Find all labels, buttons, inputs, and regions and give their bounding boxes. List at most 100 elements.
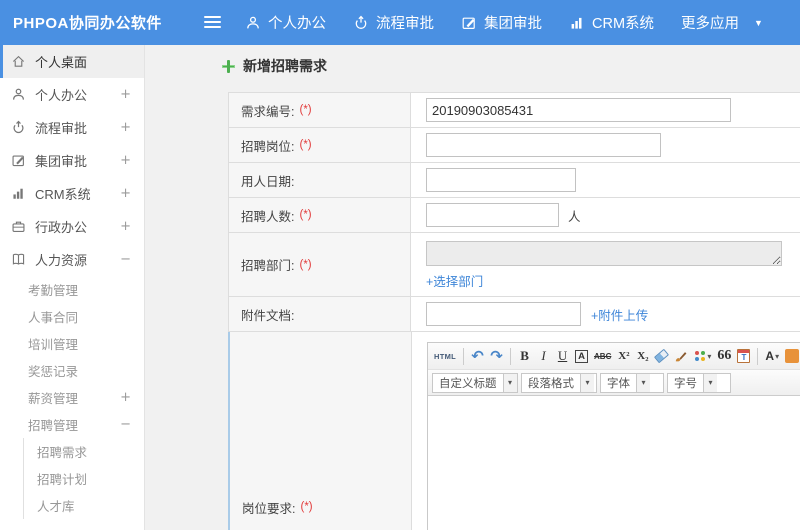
align-left-button[interactable] [734,380,742,386]
sidebar-item-personal-office[interactable]: 个人办公 + [0,78,144,111]
department-textarea[interactable] [426,241,782,266]
paint-brush-icon[interactable] [674,349,688,363]
bold-button[interactable]: B [516,346,533,366]
edit-icon [11,153,26,168]
collapse-minus-icon[interactable]: − [120,252,131,267]
attachment-upload-link[interactable]: +附件上传 [591,305,648,324]
sidebar-item-hr-contract[interactable]: 人事合同 [0,303,144,330]
form-row-demand-number: 需求编号: (*) [228,93,800,128]
collapse-minus-icon[interactable]: − [120,417,131,432]
align-right-button[interactable] [756,380,764,386]
topnav-label: 更多应用 [681,16,740,32]
sidebar-item-label: 集团审批 [35,154,88,169]
chart-icon [11,186,26,201]
sidebar-item-talent-pool[interactable]: 人才库 [24,492,144,519]
align-justify-button[interactable] [767,380,775,386]
field-label: 招聘岗位: (*) [229,128,411,162]
editor-toolbar-row2: 自定义标题 ▾ 段落格式 ▾ 字体 ▾ 字号 ▾ [428,370,800,396]
redo-icon[interactable]: ↷ [488,346,505,366]
user-icon [245,15,261,31]
font-background-button[interactable]: A [575,349,588,363]
attachment-input[interactable] [426,302,581,326]
html-source-button[interactable]: HTML [432,346,458,366]
sidebar-item-recruit-mgmt[interactable]: 招聘管理 − [0,411,144,438]
sidebar-item-group-approval[interactable]: 集团审批 + [0,144,144,177]
menu-toggle-icon[interactable] [204,16,221,31]
expand-plus-icon[interactable]: + [120,87,131,102]
headcount-input[interactable] [426,203,559,227]
form-row-attachment: 附件文档: +附件上传 [228,297,800,332]
highlight-icon[interactable] [785,349,800,363]
sidebar-item-crm-system[interactable]: CRM系统 + [0,177,144,210]
sidebar-item-reward-records[interactable]: 奖惩记录 [0,357,144,384]
book-icon [11,252,26,267]
sidebar-item-recruit-plan[interactable]: 招聘计划 [24,465,144,492]
sidebar-sub-label: 薪资管理 [28,392,79,406]
field-label: 用人日期: [229,163,411,197]
sidebar-item-human-resources[interactable]: 人力资源 − [0,243,144,276]
sidebar-item-admin-office[interactable]: 行政办公 + [0,210,144,243]
expand-plus-icon[interactable]: + [120,390,131,405]
form-row-hiring-date: 用人日期: [228,163,800,198]
italic-button[interactable]: I [535,346,552,366]
field-label: 需求编号: (*) [229,93,411,127]
recruit-position-input[interactable] [426,133,661,157]
sidebar-item-training-mgmt[interactable]: 培训管理 [0,330,144,357]
sidebar-item-attendance-mgmt[interactable]: 考勤管理 [0,276,144,303]
topnav-more-apps[interactable]: 更多应用 [681,12,739,33]
expand-plus-icon[interactable]: + [120,219,131,234]
editor-content-area[interactable] [428,396,800,530]
app-title: PHPOA协同办公软件 [13,15,162,32]
chevron-down-icon: ▾ [580,373,594,392]
topnav-group-approval[interactable]: 集团审批 [461,12,542,33]
palette-icon [694,350,706,362]
align-center-button[interactable] [745,380,753,386]
sidebar-item-personal-desktop[interactable]: 个人桌面 [0,45,144,78]
sidebar-sub-label: 人事合同 [28,311,79,325]
chevron-down-icon: ▾ [703,373,717,392]
chevron-down-icon: ▾ [775,351,780,361]
topnav-crm-system[interactable]: CRM系统 [569,12,654,33]
sidebar-item-label: CRM系统 [35,187,91,202]
required-mark: (*) [299,258,312,271]
custom-title-dropdown[interactable]: 自定义标题 ▾ [432,372,518,393]
font-size-dropdown[interactable]: 字号 ▾ [667,372,731,393]
sidebar-item-recruit-demand[interactable]: 招聘需求 [24,438,144,465]
blockquote-button[interactable]: 66 [715,346,733,366]
demand-number-input[interactable] [426,98,731,122]
sidebar-item-process-approval[interactable]: 流程审批 + [0,111,144,144]
expand-plus-icon[interactable]: + [120,120,131,135]
top-header: PHPOA协同办公软件 个人办公 流程审批 集团审批 CRM系统 更多应用 ▼ [0,0,800,45]
eraser-icon[interactable] [654,348,670,364]
chevron-down-icon[interactable]: ▼ [754,18,763,28]
font-color-button[interactable]: A ▾ [763,346,781,366]
expand-plus-icon[interactable]: + [120,153,131,168]
form-row-recruit-department: 招聘部门: (*) +选择部门 [228,233,800,297]
sidebar-sub-label: 奖惩记录 [28,365,79,379]
sidebar-subsub-label: 招聘需求 [37,446,88,460]
topnav-label: 流程审批 [376,16,434,32]
sidebar-item-label: 个人办公 [35,88,88,103]
page-header: 新增招聘需求 [222,56,327,76]
font-family-dropdown[interactable]: 字体 ▾ [600,372,664,393]
sidebar-subsub-label: 招聘计划 [37,473,88,487]
sidebar-subsub-label: 人才库 [37,500,75,514]
paragraph-format-dropdown[interactable]: 段落格式 ▾ [521,372,597,393]
field-label: 招聘部门: (*) [229,233,411,296]
strikethrough-button[interactable]: ABC [592,346,613,366]
sidebar-item-label: 行政办公 [35,220,88,235]
hiring-date-input[interactable] [426,168,576,192]
subscript-button[interactable]: X₂ [634,346,651,366]
underline-button[interactable]: U [554,346,571,366]
color-palette-button[interactable]: ▾ [692,346,713,366]
topnav-process-approval[interactable]: 流程审批 [353,12,434,33]
select-department-link[interactable]: +选择部门 [426,271,483,290]
main-content: 新增招聘需求 需求编号: (*) 招聘岗位: (*) 用人日期: [145,45,800,530]
sidebar-item-salary-mgmt[interactable]: 薪资管理 + [0,384,144,411]
undo-icon[interactable]: ↶ [469,346,486,366]
paste-text-icon[interactable]: T [737,349,751,363]
rich-text-editor: HTML ↶ ↷ B I U A ABC X² X₂ ▾ 66 T A ▾ 自定… [427,342,800,530]
superscript-button[interactable]: X² [615,346,632,366]
topnav-personal-office[interactable]: 个人办公 [245,12,326,33]
expand-plus-icon[interactable]: + [120,186,131,201]
